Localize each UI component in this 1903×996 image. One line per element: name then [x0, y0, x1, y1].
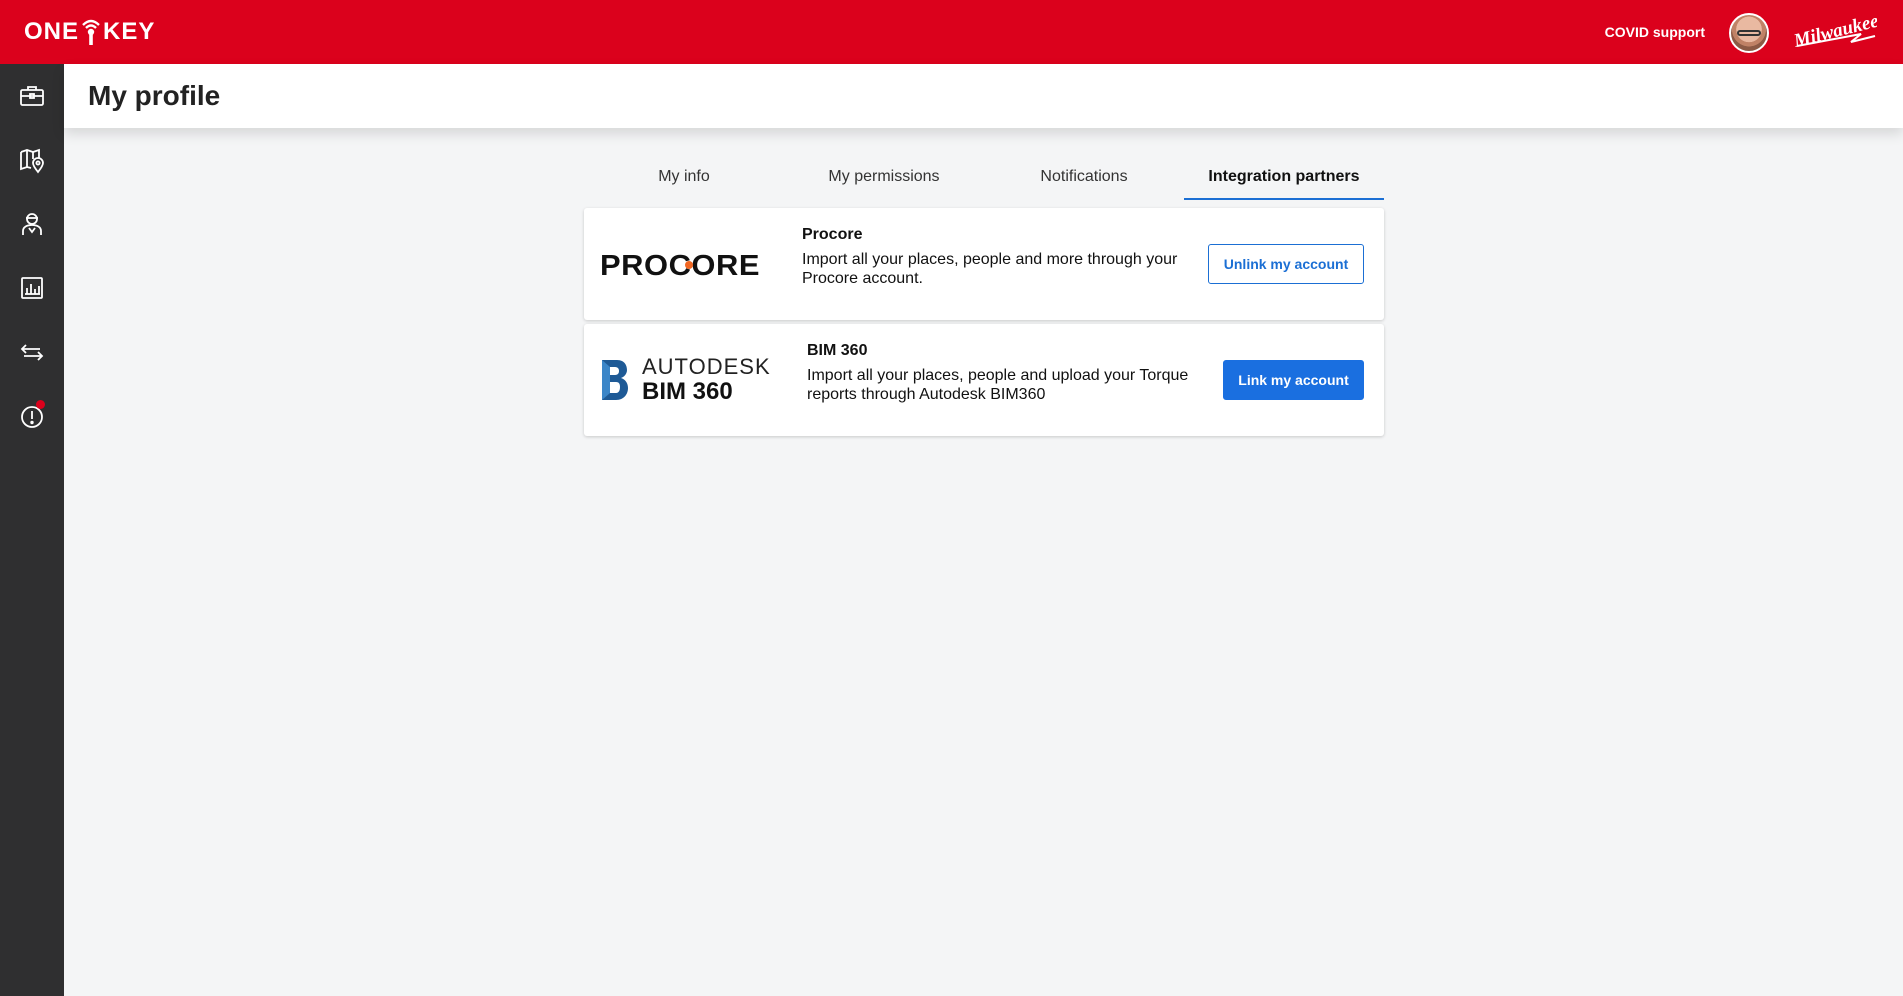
- sidebar-item-tools[interactable]: [0, 64, 64, 128]
- procore-logo-text: PROCORE: [600, 250, 760, 279]
- unlink-account-button[interactable]: Unlink my account: [1208, 244, 1364, 284]
- bim360-logo: AUTODESK BIM 360: [600, 324, 770, 436]
- tab-notifications[interactable]: Notifications: [984, 160, 1184, 200]
- milwaukee-logo[interactable]: Milwaukee: [1791, 12, 1877, 52]
- notification-dot: [36, 400, 45, 409]
- toolbox-icon: [20, 86, 44, 106]
- integration-title: Procore: [802, 226, 863, 243]
- autodesk-b-icon: [602, 360, 628, 400]
- integration-title: BIM 360: [807, 342, 868, 359]
- bim360-wordmark: BIM 360: [642, 378, 733, 405]
- map-pin-icon: [20, 148, 44, 174]
- integration-card-procore: PROCORE Procore Import all your places, …: [584, 208, 1384, 320]
- autodesk-wordmark: AUTODESK: [642, 354, 771, 379]
- integration-card-bim360: AUTODESK BIM 360 BIM 360 Import all your…: [584, 324, 1384, 436]
- page-title: My profile: [88, 80, 221, 111]
- procore-logo-mark: PROCORE: [600, 250, 760, 279]
- procore-logo: PROCORE: [600, 208, 770, 320]
- brand-text-right: KEY: [103, 18, 156, 45]
- one-key-logo[interactable]: ONE KEY: [24, 14, 155, 50]
- profile-tabs: My info My permissions Notifications Int…: [584, 160, 1384, 200]
- link-account-button[interactable]: Link my account: [1223, 360, 1364, 400]
- tab-my-permissions[interactable]: My permissions: [784, 160, 984, 200]
- sidebar-item-alerts[interactable]: [0, 384, 64, 448]
- transfer-arrows-icon: [20, 344, 44, 361]
- report-chart-icon: [21, 277, 43, 299]
- sidebar-item-people[interactable]: [0, 192, 64, 256]
- integration-description: Import all your places, people and more …: [802, 251, 1178, 287]
- sidebar-item-places[interactable]: [0, 128, 64, 192]
- sidebar: [0, 64, 64, 996]
- tab-my-info[interactable]: My info: [584, 160, 784, 200]
- page-header: My profile: [64, 64, 1903, 128]
- sidebar-item-reports[interactable]: [0, 256, 64, 320]
- integration-description: Import all your places, people and uploa…: [807, 367, 1189, 403]
- brand-text-left: ONE: [24, 18, 80, 45]
- svg-text:Milwaukee: Milwaukee: [1791, 12, 1877, 52]
- sidebar-item-transfers[interactable]: [0, 320, 64, 384]
- top-bar: ONE KEY COVID support Milwaukee: [0, 0, 1903, 64]
- user-avatar[interactable]: [1729, 13, 1769, 53]
- tab-integration-partners[interactable]: Integration partners: [1184, 160, 1384, 200]
- key-wifi-icon: [81, 17, 101, 47]
- person-icon: [22, 213, 42, 235]
- covid-support-link[interactable]: COVID support: [1605, 24, 1705, 40]
